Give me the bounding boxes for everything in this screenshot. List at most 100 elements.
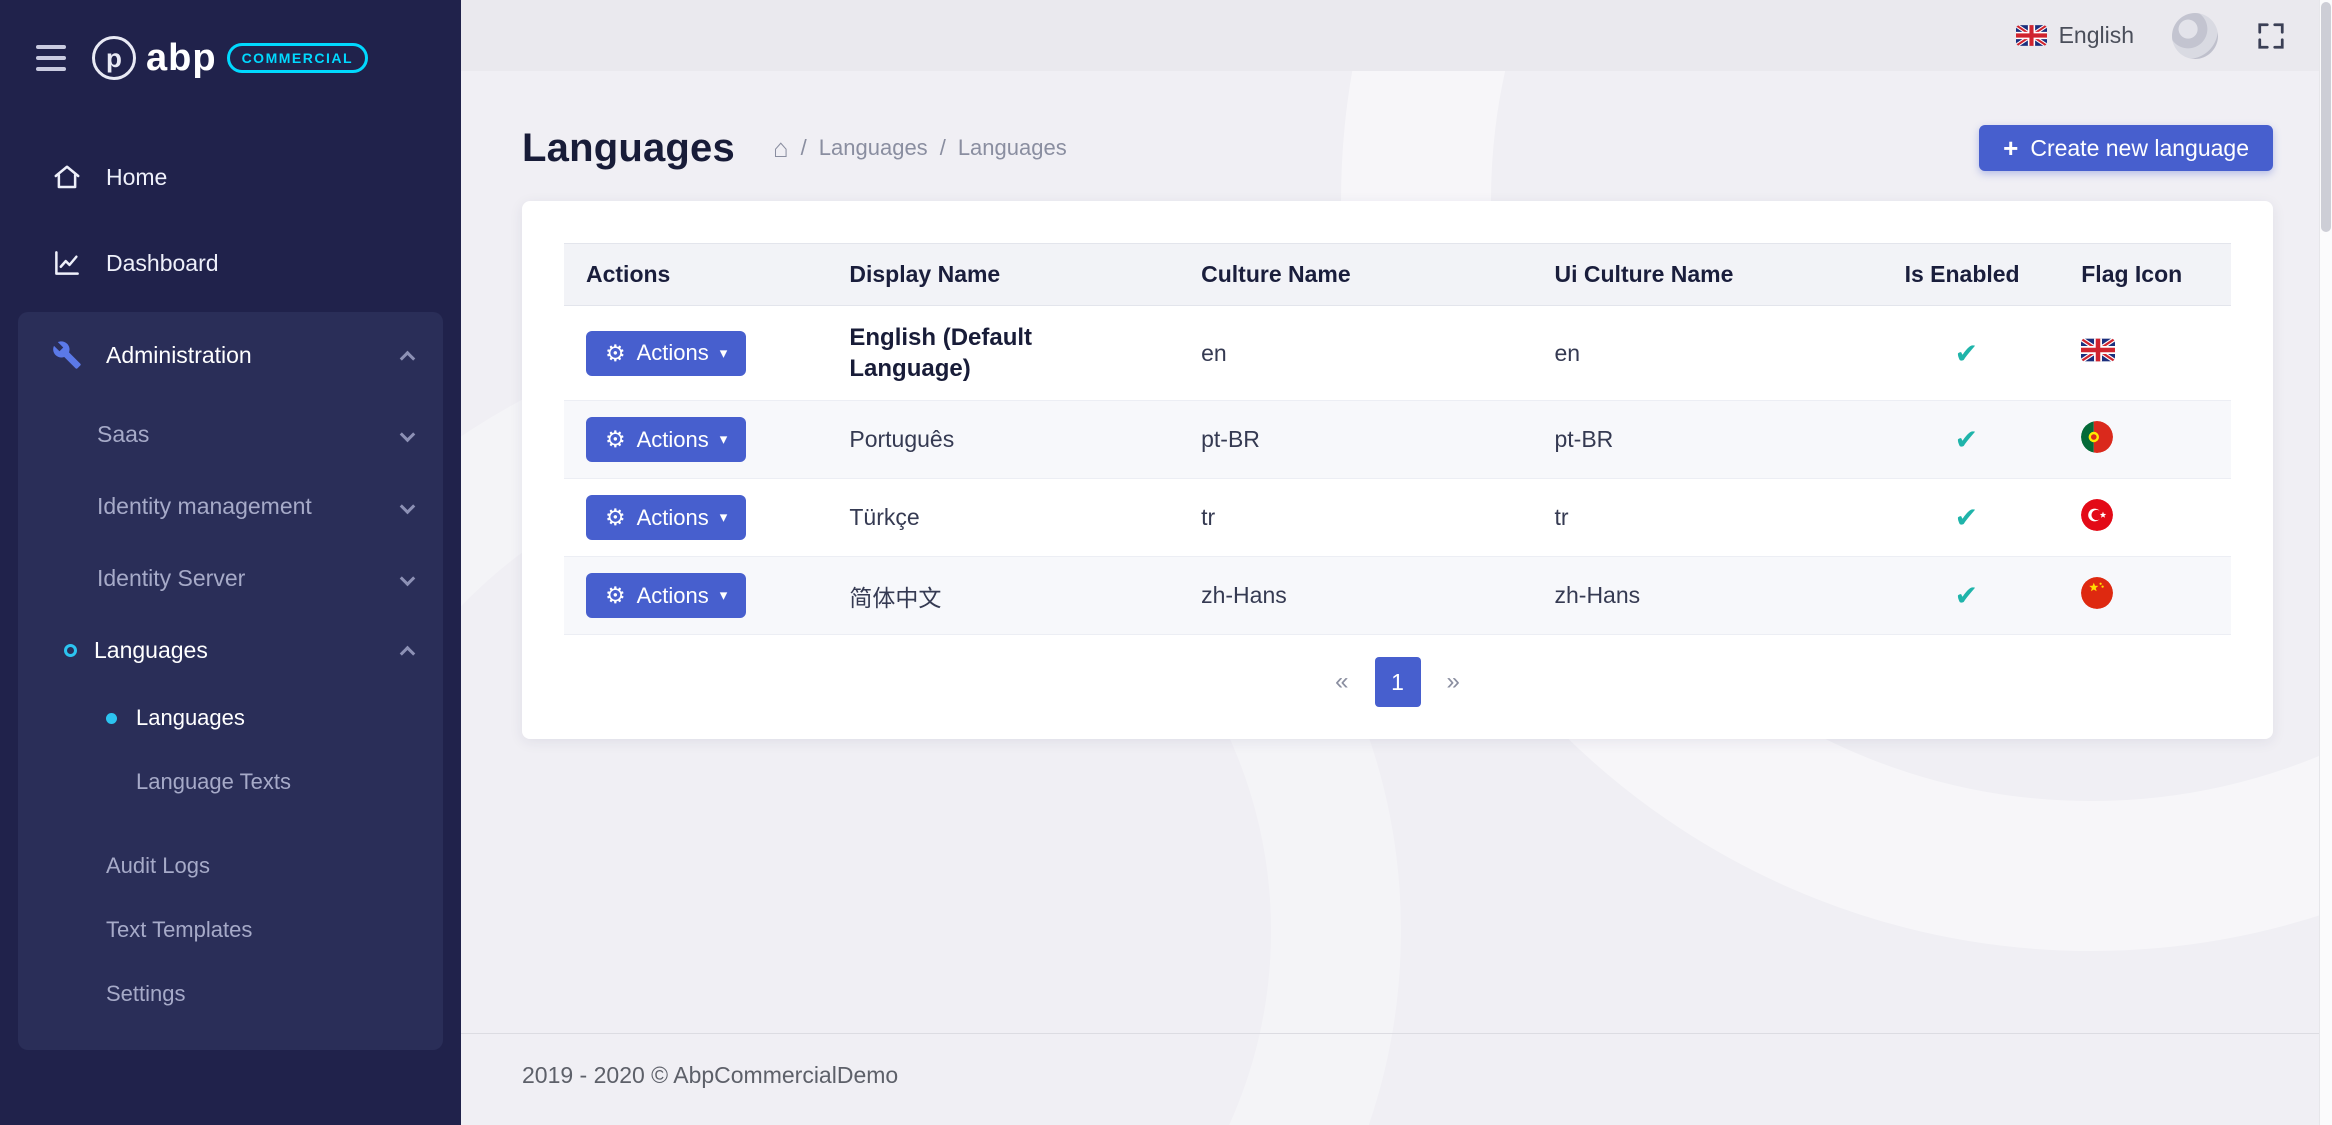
sidebar-item-label: Administration (106, 342, 252, 369)
breadcrumb-item-languages-2[interactable]: Languages (958, 135, 1067, 161)
sidebar-item-label: Text Templates (106, 917, 252, 943)
check-icon: ✔ (1905, 337, 1978, 370)
logo-badge: COMMERCIAL (227, 43, 368, 73)
sidebar-item-languages[interactable]: Languages (18, 614, 443, 686)
flag-gb-icon (2016, 25, 2047, 46)
caret-down-icon: ▾ (720, 432, 728, 447)
gear-icon: ⚙ (605, 506, 626, 529)
chevron-up-icon (400, 645, 416, 661)
caret-down-icon: ▾ (720, 588, 728, 603)
breadcrumb-home-icon[interactable]: ⌂ (773, 135, 789, 161)
table-row: ⚙ Actions ▾ Türkçe tr tr ✔ (564, 479, 2231, 557)
language-label: English (2059, 22, 2134, 49)
sidebar-item-label: Identity Server (97, 565, 245, 592)
table-row: ⚙ Actions ▾ 简体中文 zh-Hans zh-Hans ✔ (564, 557, 2231, 635)
sidebar-item-label: Dashboard (106, 250, 219, 277)
actions-button-label: Actions (637, 505, 709, 531)
column-header-flag-icon: Flag Icon (2059, 244, 2231, 306)
actions-button-label: Actions (637, 427, 709, 453)
chevron-down-icon (400, 426, 416, 442)
breadcrumb-item-languages[interactable]: Languages (819, 135, 928, 161)
ring-icon (64, 644, 77, 657)
sidebar: p abp COMMERCIAL Home Dashboard (0, 0, 461, 1125)
column-header-display-name: Display Name (827, 244, 1179, 306)
sidebar-item-identity-server[interactable]: Identity Server (18, 542, 443, 614)
row-actions-button[interactable]: ⚙ Actions ▾ (586, 495, 746, 540)
sidebar-item-home[interactable]: Home (0, 134, 461, 220)
flag-cn-icon (2081, 577, 2113, 609)
sidebar-item-label: Home (106, 164, 167, 191)
topbar: English (461, 0, 2332, 71)
breadcrumb-separator: / (801, 135, 807, 161)
sidebar-nav: Home Dashboard Administration Saas (0, 134, 461, 1050)
footer-copyright: 2019 - 2020 © AbpCommercialDemo (522, 1062, 898, 1088)
caret-down-icon: ▾ (720, 346, 728, 361)
footer: 2019 - 2020 © AbpCommercialDemo (461, 1033, 2332, 1125)
content-area: Languages ⌂ / Languages / Languages + Cr… (461, 71, 2332, 1125)
sidebar-item-settings[interactable]: Settings (18, 962, 443, 1026)
administration-menu-panel: Administration Saas Identity management … (18, 312, 443, 1050)
display-name-cell: Türkçe (827, 479, 1179, 557)
breadcrumb: ⌂ / Languages / Languages (773, 135, 1067, 161)
main-area: English Languages ⌂ / Languages / Langua… (461, 0, 2332, 1125)
sidebar-item-label: Saas (97, 421, 149, 448)
pagination-page-1[interactable]: 1 (1375, 657, 1421, 707)
actions-button-label: Actions (637, 340, 709, 366)
sidebar-item-saas[interactable]: Saas (18, 398, 443, 470)
column-header-actions: Actions (564, 244, 827, 306)
sidebar-item-label: Language Texts (136, 769, 291, 795)
culture-name-cell: en (1179, 306, 1532, 401)
sidebar-item-administration[interactable]: Administration (18, 312, 443, 398)
pagination-prev[interactable]: « (1323, 668, 1360, 696)
table-row: ⚙ Actions ▾ Português pt-BR pt-BR ✔ (564, 401, 2231, 479)
caret-down-icon: ▾ (720, 510, 728, 525)
plus-icon: + (2003, 135, 2018, 161)
column-header-ui-culture-name: Ui Culture Name (1533, 244, 1883, 306)
languages-table: Actions Display Name Culture Name Ui Cul… (564, 243, 2231, 635)
scrollbar[interactable] (2319, 0, 2332, 1125)
sidebar-item-audit-logs[interactable]: Audit Logs (18, 834, 443, 898)
gear-icon: ⚙ (605, 342, 626, 365)
languages-table-card: Actions Display Name Culture Name Ui Cul… (522, 201, 2273, 739)
avatar[interactable] (2172, 13, 2218, 59)
pagination: « 1 » (564, 635, 2231, 725)
sidebar-item-label: Identity management (97, 493, 312, 520)
sidebar-item-text-templates[interactable]: Text Templates (18, 898, 443, 962)
language-selector[interactable]: English (2016, 22, 2134, 49)
sidebar-item-label: Languages (136, 705, 245, 731)
ui-culture-name-cell: pt-BR (1533, 401, 1883, 479)
hamburger-menu-icon[interactable] (36, 45, 66, 71)
logo-text: abp (146, 37, 217, 80)
sidebar-item-identity-management[interactable]: Identity management (18, 470, 443, 542)
wrench-icon (50, 338, 84, 372)
display-name-cell: Português (827, 401, 1179, 479)
app-logo[interactable]: p abp COMMERCIAL (92, 36, 368, 80)
sidebar-item-dashboard[interactable]: Dashboard (0, 220, 461, 306)
row-actions-button[interactable]: ⚙ Actions ▾ (586, 331, 746, 376)
sidebar-item-label: Settings (106, 981, 186, 1007)
abp-logo-icon: p (92, 36, 136, 80)
sidebar-header: p abp COMMERCIAL (0, 0, 461, 108)
chevron-up-icon (400, 350, 416, 366)
sidebar-item-label: Audit Logs (106, 853, 210, 879)
check-icon: ✔ (1905, 579, 1978, 612)
culture-name-cell: zh-Hans (1179, 557, 1532, 635)
chevron-down-icon (400, 570, 416, 586)
app-window: p abp COMMERCIAL Home Dashboard (0, 0, 2332, 1125)
scrollbar-thumb[interactable] (2321, 2, 2331, 232)
ui-culture-name-cell: en (1533, 306, 1883, 401)
page-header: Languages ⌂ / Languages / Languages + Cr… (522, 125, 2273, 171)
create-new-language-button[interactable]: + Create new language (1979, 125, 2273, 171)
fullscreen-icon[interactable] (2256, 21, 2286, 51)
check-icon: ✔ (1905, 423, 1978, 456)
culture-name-cell: pt-BR (1179, 401, 1532, 479)
sidebar-item-languages-sub[interactable]: Languages (18, 686, 443, 750)
row-actions-button[interactable]: ⚙ Actions ▾ (586, 417, 746, 462)
sidebar-item-language-texts[interactable]: Language Texts (18, 750, 443, 814)
page-title: Languages (522, 126, 735, 171)
row-actions-button[interactable]: ⚙ Actions ▾ (586, 573, 746, 618)
ui-culture-name-cell: tr (1533, 479, 1883, 557)
pagination-next[interactable]: » (1435, 668, 1472, 696)
chevron-down-icon (400, 498, 416, 514)
sidebar-item-label: Languages (94, 637, 208, 664)
